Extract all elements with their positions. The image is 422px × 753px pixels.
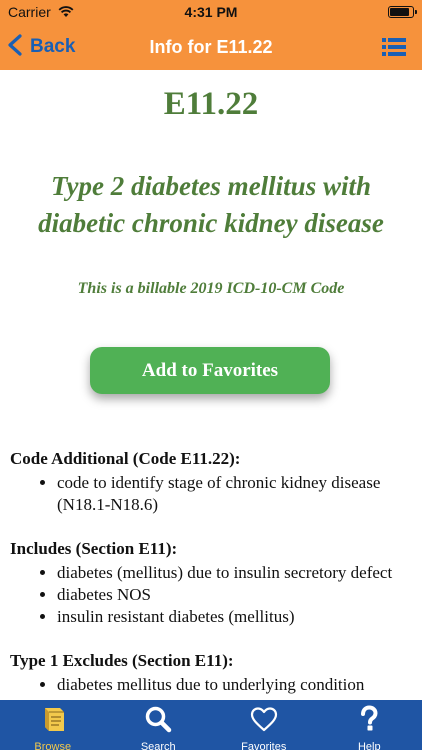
notes-section: Code Additional (Code E11.22): code to i… <box>10 448 414 516</box>
section-title: Type 1 Excludes (Section E11): <box>10 650 414 672</box>
status-bar: Carrier 4:31 PM <box>0 0 422 24</box>
section-title: Includes (Section E11): <box>10 538 414 560</box>
code-detail-content[interactable]: E11.22 Type 2 diabetes mellitus with dia… <box>0 70 422 700</box>
page-title: Info for E11.22 <box>0 37 422 58</box>
section-list: code to identify stage of chronic kidney… <box>10 472 414 516</box>
tab-label: Browse <box>34 741 71 753</box>
code-id: E11.22 <box>0 86 422 123</box>
list-item: diabetes (mellitus) due to insulin secre… <box>57 562 414 584</box>
list-menu-icon[interactable] <box>382 37 406 57</box>
tab-browse[interactable]: Browse <box>0 700 106 750</box>
list-item: code to identify stage of chronic kidney… <box>57 472 414 516</box>
billable-note: This is a billable 2019 ICD-10-CM Code <box>0 280 422 298</box>
tab-label: Favorites <box>241 741 286 753</box>
clock: 4:31 PM <box>0 4 422 20</box>
section-title: Code Additional (Code E11.22): <box>10 448 414 470</box>
list-item: insulin resistant diabetes (mellitus) <box>57 606 414 628</box>
tab-bar: Browse Search Favorites Help <box>0 700 422 750</box>
tab-favorites[interactable]: Favorites <box>211 700 317 750</box>
add-to-favorites-button[interactable]: Add to Favorites <box>90 347 330 394</box>
section-list: diabetes (mellitus) due to insulin secre… <box>10 562 414 628</box>
list-item: diabetes NOS <box>57 584 414 606</box>
book-icon <box>38 700 68 739</box>
section-list: diabetes mellitus due to underlying cond… <box>10 674 414 696</box>
question-icon <box>354 700 384 739</box>
tab-help[interactable]: Help <box>317 700 422 750</box>
notes-section: Includes (Section E11): diabetes (mellit… <box>10 538 414 628</box>
list-item: diabetes mellitus due to underlying cond… <box>57 674 414 696</box>
notes-section: Type 1 Excludes (Section E11): diabetes … <box>10 650 414 696</box>
battery-icon <box>388 6 414 18</box>
tab-label: Help <box>358 741 381 753</box>
magnifier-icon <box>143 700 173 739</box>
navigation-bar: Back Info for E11.22 <box>0 24 422 70</box>
code-notes: Code Additional (Code E11.22): code to i… <box>10 448 414 700</box>
code-description: Type 2 diabetes mellitus with diabetic c… <box>10 168 412 242</box>
tab-label: Search <box>141 741 176 753</box>
heart-icon <box>249 700 279 739</box>
tab-search[interactable]: Search <box>106 700 212 750</box>
